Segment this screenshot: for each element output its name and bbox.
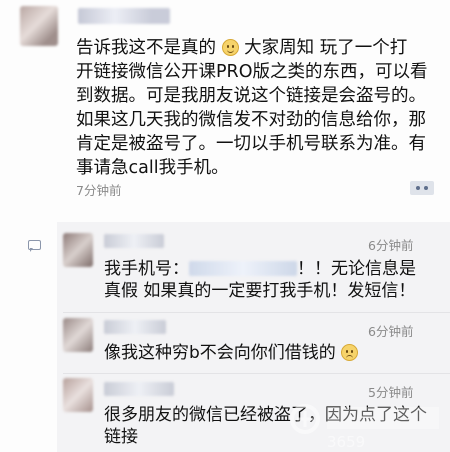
post-text-line: 到数据。可是我朋友说这个链接是会盗号的。 (76, 86, 426, 106)
comment-text: 像我这种穷b不会向你们借钱的 (104, 342, 434, 364)
post-text-line: 肯定是被盗号了。一切以手机号联系为准。有 (76, 134, 426, 154)
poster-avatar[interactable] (20, 6, 58, 46)
post-text-line: 事请急call我手机。 (76, 158, 229, 178)
commenter-avatar[interactable] (63, 318, 93, 352)
post-timestamp: 7分钟前 (76, 183, 122, 198)
commenter-name[interactable] (104, 234, 164, 248)
comment-timestamp: 6分钟前 (368, 324, 414, 339)
comment-text-part: 很多朋友的微信已经被盗了，因为点了这个 (104, 405, 427, 425)
comment-text: 很多朋友的微信已经被盗了，因为点了这个 链接 (104, 404, 434, 448)
sad-emoji-icon (341, 344, 359, 361)
redacted-phone-number (189, 261, 297, 276)
post-text-line: 开链接微信公开课PRO版之类的东西，可以看 (76, 62, 428, 82)
moments-screen: 告诉我这不是真的 大家周知 玩了一个打 开链接微信公开课PRO版之类的东西，可以… (0, 0, 450, 452)
commenter-avatar[interactable] (63, 233, 93, 267)
comment-divider (63, 312, 450, 313)
post-text-line: 如果这几天我的微信发不对劲的信息给你，那 (76, 110, 426, 130)
comment-timestamp: 6分钟前 (368, 238, 414, 253)
post-text-line: 告诉我这不是真的 (76, 38, 216, 58)
comment-text-part: 真假 如果真的一定要打我手机！发短信！ (104, 281, 416, 301)
comment-divider (63, 373, 450, 374)
post-text-line: 大家周知 玩了一个打 (244, 38, 408, 58)
post-content: 告诉我这不是真的 大家周知 玩了一个打 开链接微信公开课PRO版之类的东西，可以… (76, 36, 446, 180)
smile-emoji-icon (221, 39, 239, 56)
poster-name[interactable] (78, 8, 170, 24)
comment-text-part: 我手机号： (104, 259, 189, 279)
commenter-name[interactable] (104, 382, 174, 396)
more-actions-button[interactable] (410, 181, 434, 195)
commenter-avatar[interactable] (63, 378, 93, 412)
commenter-name[interactable] (104, 320, 166, 334)
comment-text-part: 像我这种穷b不会向你们借钱的 (104, 343, 336, 363)
comment-timestamp: 5分钟前 (368, 385, 414, 400)
comment-icon (28, 240, 41, 252)
comment-text-part: ！！无论信息是 (297, 259, 416, 279)
comment-text-part: 链接 (104, 427, 138, 447)
comment-text: 我手机号： ！！无论信息是 真假 如果真的一定要打我手机！发短信！ (104, 258, 434, 302)
